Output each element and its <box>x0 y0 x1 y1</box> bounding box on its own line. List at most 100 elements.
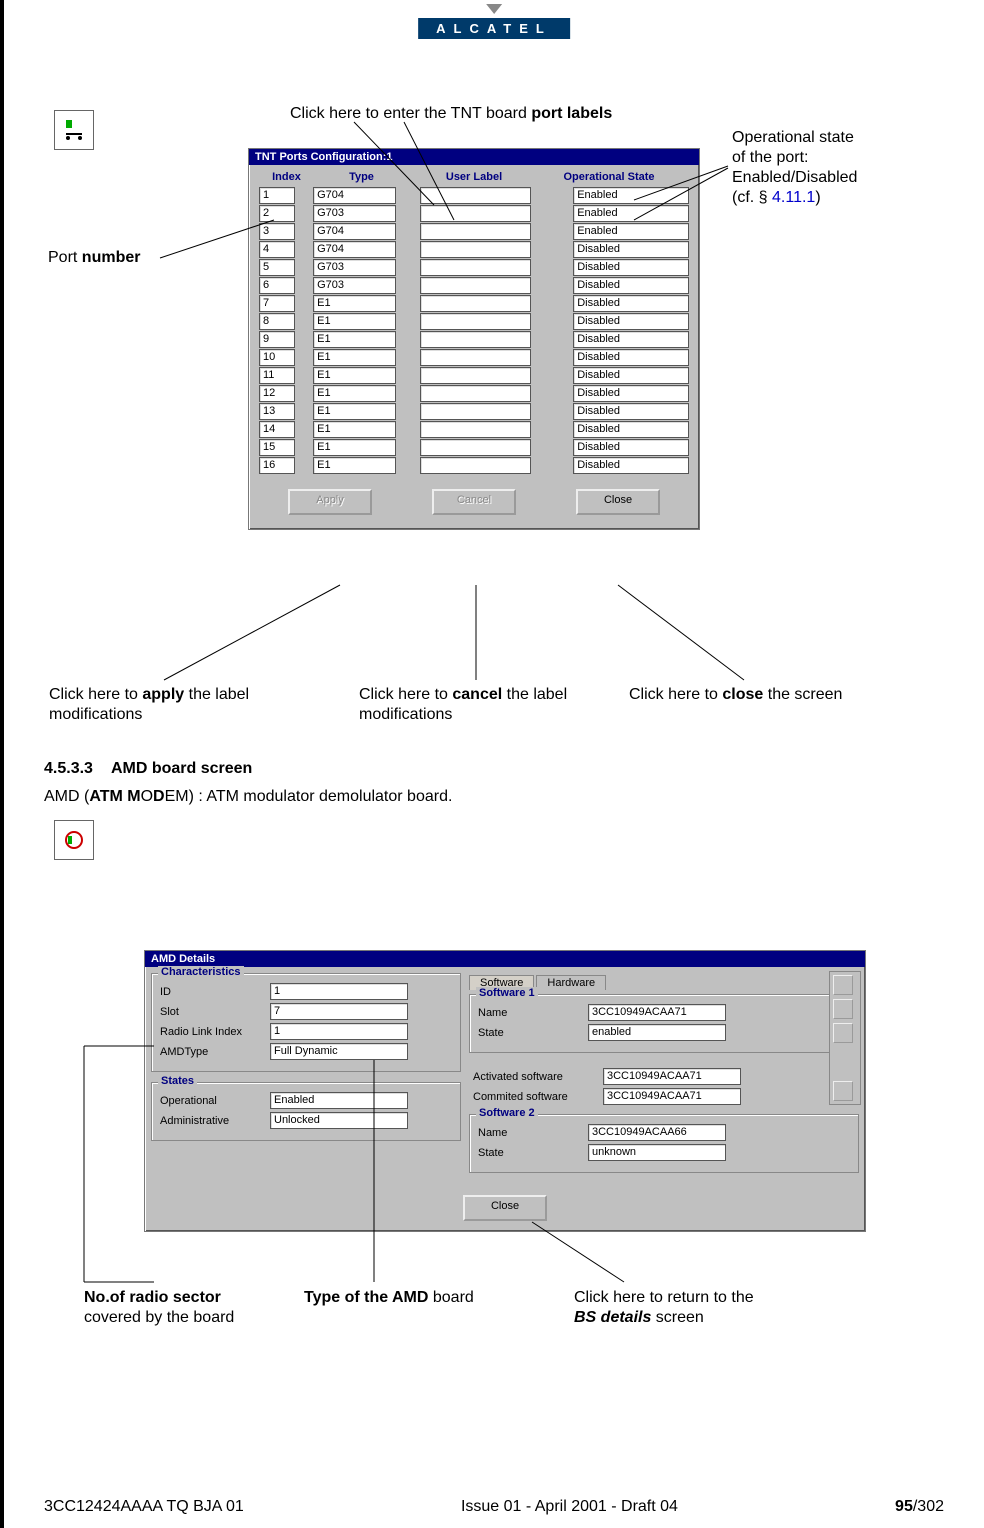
table-row: 1G704Enabled <box>259 187 689 204</box>
user-label-field[interactable] <box>420 421 531 438</box>
footer-right: 95/302 <box>895 1498 944 1516</box>
sw1-state-field: enabled <box>588 1024 726 1041</box>
administrative-field: Unlocked <box>270 1112 408 1129</box>
user-label-field[interactable] <box>420 313 531 330</box>
type-field: G703 <box>313 205 396 222</box>
table-row: 2 G703 Enabled <box>259 205 689 222</box>
callout-radio-sector: No.of radio sector covered by the board <box>84 1288 234 1328</box>
toolbar-btn-2[interactable] <box>833 999 853 1019</box>
user-label-field[interactable] <box>420 259 531 276</box>
index-field: 6 <box>259 277 295 294</box>
callout-bs-details: Click here to return to the BS details s… <box>574 1288 754 1328</box>
user-label-field[interactable] <box>420 457 531 474</box>
state-field: Disabled <box>573 331 689 348</box>
state-field: Disabled <box>573 457 689 474</box>
sw1-name-field: 3CC10949ACAA71 <box>588 1004 726 1021</box>
state-field: Disabled <box>573 421 689 438</box>
callout-apply: Click here to apply the label modificati… <box>49 685 249 725</box>
type-field: E1 <box>313 457 396 474</box>
state-field: Disabled <box>573 385 689 402</box>
index-field: 1 <box>259 187 295 204</box>
table-row: 13 E1 Disabled <box>259 403 689 420</box>
state-field: Disabled <box>573 367 689 384</box>
commited-software-field: 3CC10949ACAA71 <box>603 1088 741 1105</box>
toolbar-btn-1[interactable] <box>833 975 853 995</box>
table-row: 6G703Disabled <box>259 277 689 294</box>
type-field: E1 <box>313 403 396 420</box>
user-label-field[interactable] <box>420 205 531 222</box>
group-states: States OperationalEnabled Administrative… <box>151 1082 461 1141</box>
index-field: 13 <box>259 403 295 420</box>
user-label-field[interactable] <box>420 187 531 204</box>
activated-software-field: 3CC10949ACAA71 <box>603 1068 741 1085</box>
toolbar-btn-4[interactable] <box>833 1081 853 1101</box>
user-label-field[interactable] <box>420 331 531 348</box>
table-row: 12E1Disabled <box>259 385 689 402</box>
state-field: Disabled <box>573 439 689 456</box>
slot-field: 7 <box>270 1003 408 1020</box>
sw2-state-field: unknown <box>588 1144 726 1161</box>
body-text: AMD (ATM MODEM) : ATM modulator demolula… <box>44 788 452 806</box>
index-field: 10 <box>259 349 295 366</box>
state-field: Enabled <box>573 187 689 204</box>
state-field: Disabled <box>573 403 689 420</box>
user-label-field[interactable] <box>420 439 531 456</box>
state-field: Enabled <box>573 223 689 240</box>
index-field: 2 <box>259 205 295 222</box>
type-field: G704 <box>313 223 396 240</box>
group-software-1: Software 1 Name3CC10949ACAA71 Stateenabl… <box>469 994 859 1053</box>
page: ALCATEL Click here to enter the TNT boar… <box>0 0 984 1528</box>
type-field: E1 <box>313 367 396 384</box>
table-row: 8E1Disabled <box>259 313 689 330</box>
table-row: 14E1Disabled <box>259 421 689 438</box>
index-field: 11 <box>259 367 295 384</box>
tnt-window: TNT Ports Configuration:1 Index Type Use… <box>248 148 700 530</box>
footer-center: Issue 01 - April 2001 - Draft 04 <box>461 1498 678 1516</box>
index-field: 14 <box>259 421 295 438</box>
index-field: 15 <box>259 439 295 456</box>
cancel-button[interactable]: Cancel <box>432 489 516 515</box>
apply-button[interactable]: Apply <box>288 489 372 515</box>
index-field: 16 <box>259 457 295 474</box>
radio-link-index-field: 1 <box>270 1023 408 1040</box>
table-row: 11 E1 Disabled <box>259 367 689 384</box>
brand-header: ALCATEL <box>418 18 570 39</box>
index-field: 5 <box>259 259 295 276</box>
amd-window: AMD Details Characteristics ID1 Slot7 Ra… <box>144 950 866 1232</box>
user-label-field[interactable] <box>420 277 531 294</box>
state-field: Disabled <box>573 295 689 312</box>
index-field: 9 <box>259 331 295 348</box>
user-label-field[interactable] <box>420 349 531 366</box>
callout-close: Click here to close the screen <box>629 685 842 705</box>
amd-toolbar <box>829 971 861 1105</box>
user-label-field[interactable] <box>420 241 531 258</box>
type-field: E1 <box>313 295 396 312</box>
user-label-field[interactable] <box>420 403 531 420</box>
section-heading: 4.5.3.3AMD board screen <box>44 760 252 778</box>
user-label-field[interactable] <box>420 367 531 384</box>
type-field: G703 <box>313 259 396 276</box>
user-label-field[interactable] <box>420 223 531 240</box>
close-button[interactable]: Close <box>576 489 660 515</box>
amd-close-button[interactable]: Close <box>463 1195 547 1221</box>
user-label-field[interactable] <box>420 295 531 312</box>
operational-field: Enabled <box>270 1092 408 1109</box>
toolbar-btn-3[interactable] <box>833 1023 853 1043</box>
table-row: 16 E1 Disabled <box>259 457 689 474</box>
group-software-2: Software 2 Name3CC10949ACAA66 Stateunkno… <box>469 1114 859 1173</box>
tnt-board-icon <box>54 110 94 150</box>
table-row: 7E1Disabled <box>259 295 689 312</box>
index-field: 3 <box>259 223 295 240</box>
tab-hardware[interactable]: Hardware <box>536 975 606 990</box>
type-field: E1 <box>313 349 396 366</box>
type-field: G704 <box>313 241 396 258</box>
footer-left: 3CC12424AAAA TQ BJA 01 <box>44 1498 244 1516</box>
user-label-field[interactable] <box>420 385 531 402</box>
sw2-name-field: 3CC10949ACAA66 <box>588 1124 726 1141</box>
state-field: Disabled <box>573 259 689 276</box>
state-field: Enabled <box>573 205 689 222</box>
table-row: 9E1Disabled <box>259 331 689 348</box>
tnt-rows: 1G704Enabled2G703Enabled3G704Enabled4G70… <box>249 187 699 481</box>
amd-type-field: Full Dynamic <box>270 1043 408 1060</box>
callout-op-state: Operational state of the port: Enabled/D… <box>732 128 857 208</box>
